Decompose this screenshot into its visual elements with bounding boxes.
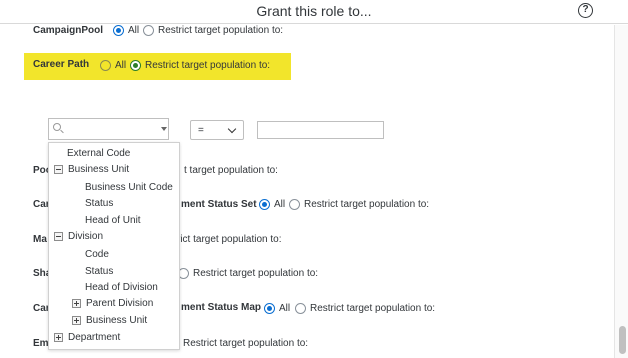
radio-selected-icon bbox=[113, 25, 124, 36]
tree-item-business-unit-code[interactable]: Business Unit Code bbox=[85, 182, 173, 193]
restrict-text-partial: t target population to: bbox=[184, 165, 278, 176]
collapse-icon[interactable] bbox=[54, 232, 63, 241]
expand-icon[interactable] bbox=[54, 333, 63, 342]
tree-item-status[interactable]: Status bbox=[85, 266, 113, 277]
radio-selected-icon bbox=[264, 303, 275, 314]
dialog-title: Grant this role to... bbox=[256, 3, 372, 19]
row-label-campaignpool: CampaignPool bbox=[33, 25, 104, 36]
row-label-partial-middle: ment Status Map bbox=[181, 302, 262, 313]
tree-item-division[interactable]: Division bbox=[54, 231, 103, 242]
radio-selected-icon bbox=[259, 199, 270, 210]
radio-restrict-campaignpool[interactable]: Restrict target population to: bbox=[143, 25, 283, 36]
radio-restrict-partial[interactable]: Restrict target population to: bbox=[168, 338, 308, 349]
radio-restrict-partial[interactable]: Restrict target population to: bbox=[178, 268, 318, 279]
row-label-partial-middle: ment Status Set bbox=[181, 199, 257, 210]
tree-item-department[interactable]: Department bbox=[54, 332, 120, 343]
radio-restrict-career-path[interactable]: Restrict target population to: bbox=[130, 60, 270, 71]
radio-unselected-icon bbox=[100, 60, 111, 71]
filter-value-input[interactable] bbox=[257, 121, 384, 139]
tree-item-parent-division[interactable]: Parent Division bbox=[72, 298, 153, 309]
radio-restrict-status-map[interactable]: Restrict target population to: bbox=[295, 303, 435, 314]
search-icon bbox=[53, 123, 61, 131]
collapse-icon[interactable] bbox=[54, 165, 63, 174]
operator-select[interactable]: = bbox=[190, 120, 244, 140]
row-label-career-path: Career Path bbox=[33, 59, 90, 70]
tree-item-business-unit[interactable]: Business Unit bbox=[54, 164, 129, 175]
tree-item-status[interactable]: Status bbox=[85, 198, 113, 209]
tree-item-head-of-unit[interactable]: Head of Unit bbox=[85, 215, 141, 226]
radio-all-status-set[interactable]: All bbox=[259, 199, 285, 210]
chevron-down-icon bbox=[227, 124, 237, 134]
restrict-text-partial: rict target population to: bbox=[177, 234, 282, 245]
radio-all-status-map[interactable]: All bbox=[264, 303, 290, 314]
row-label-partial: Em bbox=[33, 338, 49, 349]
radio-unselected-icon bbox=[143, 25, 154, 36]
radio-all-campaignpool[interactable]: All bbox=[113, 25, 139, 36]
dialog-header: Grant this role to... ? bbox=[0, 0, 628, 24]
radio-selected-icon bbox=[130, 60, 141, 71]
tree-item-code[interactable]: Code bbox=[85, 249, 109, 260]
radio-all-career-path[interactable]: All bbox=[100, 60, 126, 71]
radio-unselected-icon bbox=[289, 199, 300, 210]
tree-item-external-code[interactable]: External Code bbox=[67, 148, 130, 159]
expand-icon[interactable] bbox=[72, 316, 81, 325]
page-scrollbar[interactable] bbox=[614, 25, 628, 358]
tree-item-business-unit[interactable]: Business Unit bbox=[72, 315, 147, 326]
row-label-partial: Ma bbox=[33, 234, 47, 245]
field-search-combobox[interactable] bbox=[48, 118, 169, 140]
tree-item-head-of-division[interactable]: Head of Division bbox=[85, 282, 158, 293]
radio-restrict-status-set[interactable]: Restrict target population to: bbox=[289, 199, 429, 210]
expand-icon[interactable] bbox=[72, 299, 81, 308]
field-tree-dropdown[interactable]: External Code Business Unit Business Uni… bbox=[48, 142, 180, 350]
scrollbar-thumb[interactable] bbox=[619, 326, 626, 354]
radio-unselected-icon bbox=[295, 303, 306, 314]
help-icon[interactable]: ? bbox=[578, 3, 593, 18]
caret-down-icon[interactable] bbox=[161, 127, 167, 131]
